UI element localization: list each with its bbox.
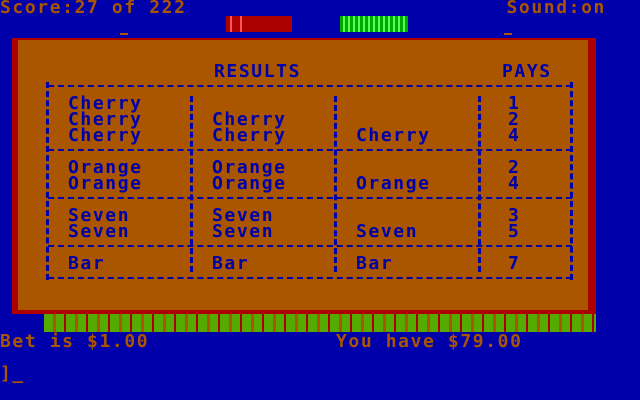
table-divider (48, 197, 572, 199)
table-divider (48, 149, 572, 151)
balance-amount: You have $79.00 (336, 331, 523, 352)
sound-status: Sound:on (506, 0, 606, 18)
result-cell: Orange (212, 173, 287, 194)
result-cell: Cherry (68, 125, 143, 146)
results-header: RESULTS (214, 61, 302, 82)
result-cell: Seven (212, 221, 275, 242)
table-column-line (570, 82, 573, 280)
result-cell: Bar (68, 253, 106, 274)
red-reel-indicator (226, 16, 292, 32)
command-prompt[interactable]: ]_ (0, 365, 25, 383)
result-cell: Cherry (356, 125, 431, 146)
tick-mark (504, 33, 512, 35)
table-column-line (334, 96, 337, 272)
table-column-line (478, 96, 481, 272)
pays-cell: 4 (508, 125, 521, 146)
slot-reel-strip (44, 312, 596, 332)
result-cell: Bar (212, 253, 250, 274)
result-cell: Orange (356, 173, 431, 194)
table-column-line (190, 96, 193, 272)
result-cell: Orange (68, 173, 143, 194)
pays-header: PAYS (502, 61, 552, 82)
green-reel-indicator (340, 16, 408, 32)
results-panel-body: RESULTS PAYS Cherry 1 Cherry Cherry 2 Ch… (18, 40, 588, 310)
bet-amount: Bet is $1.00 (0, 331, 150, 352)
table-divider (48, 85, 572, 87)
score-display: Score:27 of 222 (0, 0, 187, 18)
pays-cell: 7 (508, 253, 521, 274)
table-divider (48, 245, 572, 247)
table-column-line (46, 82, 49, 280)
table-divider (48, 277, 572, 279)
pays-cell: 5 (508, 221, 521, 242)
result-cell: Seven (356, 221, 419, 242)
results-panel: RESULTS PAYS Cherry 1 Cherry Cherry 2 Ch… (12, 38, 596, 314)
pays-cell: 4 (508, 173, 521, 194)
result-cell: Bar (356, 253, 394, 274)
result-cell: Cherry (212, 125, 287, 146)
result-cell: Seven (68, 221, 131, 242)
tick-mark (120, 33, 128, 35)
